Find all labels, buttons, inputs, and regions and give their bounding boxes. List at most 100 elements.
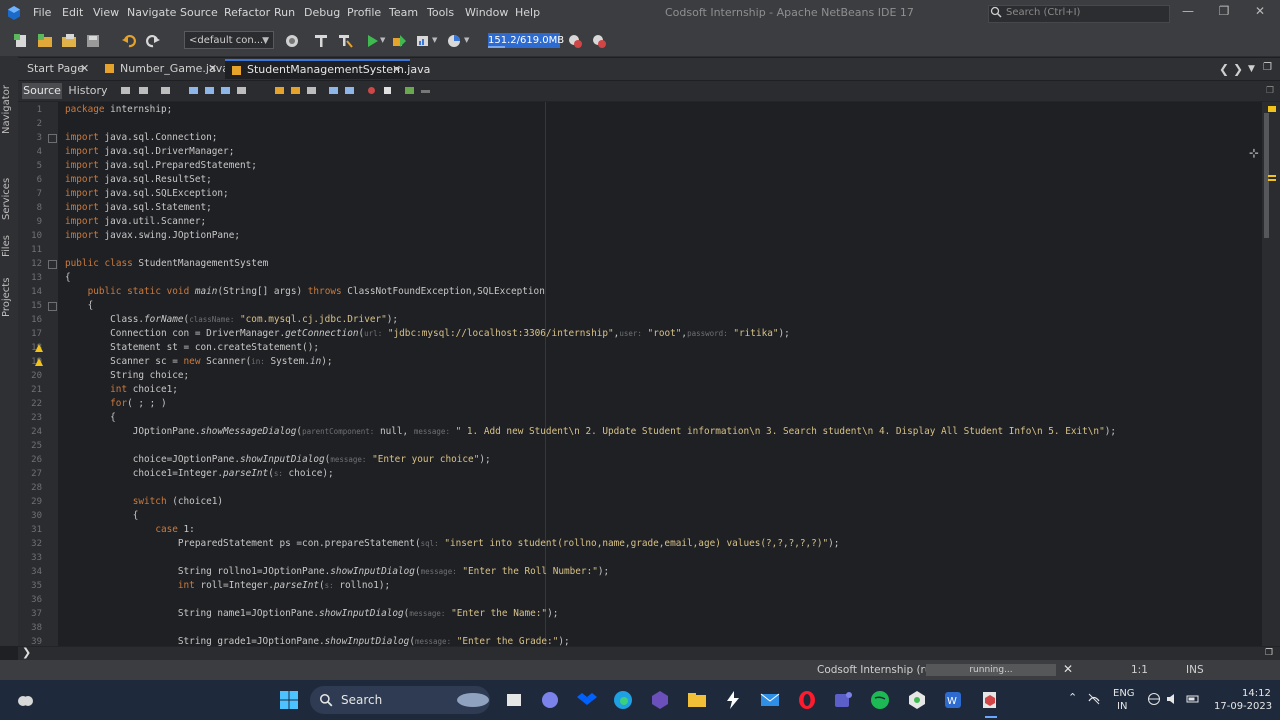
line-number[interactable]: 26: [18, 455, 42, 465]
progress-bar[interactable]: running...: [926, 664, 1056, 676]
close-icon[interactable]: ✕: [208, 59, 217, 79]
line-number[interactable]: 24: [18, 427, 42, 437]
line-number[interactable]: 1: [18, 105, 42, 115]
line-number[interactable]: 22: [18, 399, 42, 409]
warning-marker[interactable]: [1268, 179, 1276, 181]
find-selection-icon[interactable]: [188, 85, 199, 96]
whatsapp-icon[interactable]: W: [942, 689, 964, 711]
target-icon[interactable]: [283, 32, 301, 50]
menu-source[interactable]: Source: [180, 6, 218, 19]
line-number[interactable]: 27: [18, 469, 42, 479]
fold-marker[interactable]: [48, 302, 57, 311]
line-number[interactable]: 3: [18, 133, 42, 143]
task-view-icon[interactable]: [503, 689, 525, 711]
redo-icon[interactable]: [144, 32, 162, 50]
warning-icon[interactable]: [35, 344, 43, 352]
menu-refactor[interactable]: Refactor: [224, 6, 270, 19]
line-number[interactable]: 10: [18, 231, 42, 241]
spotify-icon[interactable]: [869, 689, 891, 711]
cancel-task-icon[interactable]: ✕: [1063, 662, 1073, 676]
line-number[interactable]: 8: [18, 203, 42, 213]
git-icon[interactable]: [906, 689, 928, 711]
stop-macro-icon[interactable]: [382, 85, 393, 96]
folder-icon[interactable]: [686, 689, 708, 711]
line-number[interactable]: 15: [18, 301, 42, 311]
clean-build-icon[interactable]: [336, 32, 354, 50]
line-number[interactable]: 21: [18, 385, 42, 395]
comment-icon[interactable]: [404, 85, 415, 96]
teams-icon[interactable]: [832, 689, 854, 711]
line-number[interactable]: 38: [18, 623, 42, 633]
line-number[interactable]: 7: [18, 189, 42, 199]
forward-icon[interactable]: [160, 85, 171, 96]
chevron-down-icon[interactable]: ▼: [380, 36, 385, 44]
shift-left-icon[interactable]: [328, 85, 339, 96]
history-button[interactable]: History: [66, 83, 110, 99]
globe-icon[interactable]: [1147, 692, 1161, 706]
build-hammer-icon[interactable]: [312, 32, 330, 50]
fold-marker[interactable]: [48, 260, 57, 269]
language-indicator[interactable]: ENG: [1113, 688, 1135, 699]
chevron-up-icon[interactable]: ⌃: [1068, 691, 1077, 704]
debug-icon[interactable]: [390, 32, 408, 50]
line-number[interactable]: 29: [18, 497, 42, 507]
open-project-icon[interactable]: [60, 32, 78, 50]
tab-scroll-right-icon[interactable]: ❯: [1233, 62, 1243, 76]
line-number[interactable]: 13: [18, 273, 42, 283]
chevron-down-icon[interactable]: ▼: [432, 36, 437, 44]
toggle-highlight-icon[interactable]: [236, 85, 247, 96]
close-icon[interactable]: ✕: [392, 61, 401, 79]
uncomment-icon[interactable]: [420, 85, 431, 96]
line-number[interactable]: 9: [18, 217, 42, 227]
volume-icon[interactable]: [1166, 692, 1180, 706]
network-off-icon[interactable]: [1087, 692, 1101, 706]
side-tab-services[interactable]: Services: [1, 178, 17, 220]
maximize-icon[interactable]: ❐: [1216, 4, 1232, 20]
new-file-icon[interactable]: [12, 32, 30, 50]
find-next-icon[interactable]: [220, 85, 231, 96]
mail-icon[interactable]: [759, 689, 781, 711]
horizontal-scrollbar[interactable]: [18, 646, 1280, 661]
minimize-icon[interactable]: —: [1180, 4, 1196, 20]
menu-navigate[interactable]: Navigate: [127, 6, 176, 19]
code-editor[interactable]: [58, 102, 1262, 646]
find-previous-icon[interactable]: [204, 85, 215, 96]
netbeans-icon[interactable]: [979, 689, 1001, 711]
dropbox-icon[interactable]: [576, 689, 598, 711]
line-number[interactable]: 16: [18, 315, 42, 325]
undo-icon[interactable]: [120, 32, 138, 50]
power-automate-icon[interactable]: [722, 689, 744, 711]
clock-date[interactable]: 17-09-2023: [1214, 701, 1272, 712]
memory-indicator[interactable]: 151.2/619.0MB: [488, 33, 564, 48]
menu-team[interactable]: Team: [389, 6, 418, 19]
line-number[interactable]: 25: [18, 441, 42, 451]
running-project-label[interactable]: Codsoft Internship (run): [817, 664, 942, 676]
warning-marker[interactable]: [1268, 175, 1276, 177]
line-number[interactable]: 33: [18, 553, 42, 563]
clock-time[interactable]: 14:12: [1242, 688, 1271, 699]
chevron-down-icon[interactable]: ▼: [464, 36, 469, 44]
maximize-icon[interactable]: ❐: [1266, 86, 1274, 96]
menu-debug[interactable]: Debug: [304, 6, 340, 19]
line-number[interactable]: 4: [18, 147, 42, 157]
edge-icon[interactable]: [612, 689, 634, 711]
gc-run-icon[interactable]: [590, 32, 608, 50]
menu-edit[interactable]: Edit: [62, 6, 83, 19]
chevron-down-icon[interactable]: ▼: [1248, 64, 1255, 74]
line-number[interactable]: 31: [18, 525, 42, 535]
side-tab-navigator[interactable]: Navigator: [1, 80, 17, 140]
tab-start-page[interactable]: Start Page ✕: [19, 59, 93, 79]
side-tab-projects[interactable]: Projects: [1, 272, 17, 322]
warning-icon[interactable]: [35, 358, 43, 366]
profile-icon[interactable]: [414, 32, 432, 50]
menu-file[interactable]: File: [33, 6, 51, 19]
fold-marker[interactable]: [48, 134, 57, 143]
line-number[interactable]: 28: [18, 483, 42, 493]
line-number[interactable]: 34: [18, 567, 42, 577]
shift-right-icon[interactable]: [344, 85, 355, 96]
run-icon[interactable]: [363, 32, 381, 50]
line-number[interactable]: 23: [18, 413, 42, 423]
expand-output-icon[interactable]: ❯: [22, 646, 31, 659]
line-number[interactable]: 12: [18, 259, 42, 269]
toggle-bookmark-icon[interactable]: [306, 85, 317, 96]
